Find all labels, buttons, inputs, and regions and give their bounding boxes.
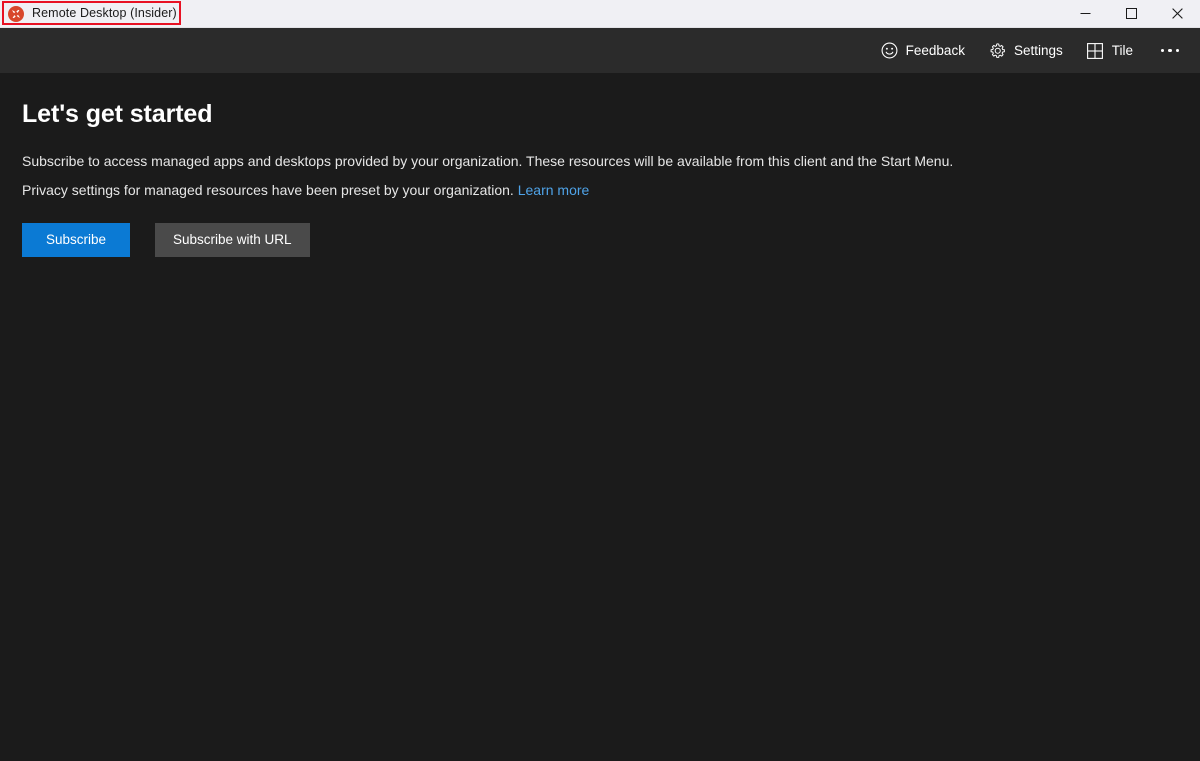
minimize-button[interactable] bbox=[1062, 0, 1108, 27]
main-content: Let's get started Subscribe to access ma… bbox=[0, 73, 1200, 761]
privacy-text: Privacy settings for managed resources h… bbox=[22, 181, 518, 198]
ellipsis-dot bbox=[1160, 48, 1165, 53]
page-title: Let's get started bbox=[22, 100, 213, 128]
titlebar-app-title: Remote Desktop (Insider) bbox=[0, 0, 177, 27]
gear-icon bbox=[989, 42, 1006, 59]
description-paragraph-1: Subscribe to access managed apps and des… bbox=[22, 152, 954, 169]
remote-desktop-window: Remote Desktop (Insider) Feedback Settin… bbox=[0, 0, 1200, 761]
remote-desktop-icon bbox=[8, 5, 24, 22]
action-button-row: Subscribe Subscribe with URL bbox=[22, 222, 1200, 257]
subscribe-button[interactable]: Subscribe bbox=[22, 222, 130, 257]
tile-view-button[interactable]: Tile bbox=[1076, 35, 1144, 67]
feedback-label: Feedback bbox=[905, 42, 965, 58]
grid-tile-icon bbox=[1087, 42, 1104, 59]
feedback-button[interactable]: Feedback bbox=[870, 35, 976, 67]
close-button[interactable] bbox=[1154, 0, 1200, 27]
description-paragraph-2: Privacy settings for managed resources h… bbox=[22, 180, 1200, 200]
settings-label: Settings bbox=[1013, 42, 1063, 58]
ellipsis-dot bbox=[1175, 48, 1180, 53]
window-controls bbox=[1062, 0, 1200, 27]
tile-label: Tile bbox=[1111, 42, 1133, 58]
titlebar: Remote Desktop (Insider) bbox=[0, 0, 1200, 28]
more-options-button[interactable] bbox=[1148, 35, 1192, 67]
settings-button[interactable]: Settings bbox=[978, 35, 1074, 67]
subscribe-with-url-button[interactable]: Subscribe with URL bbox=[155, 222, 310, 257]
app-toolbar: Feedback Settings Tile bbox=[0, 28, 1200, 73]
window-title-text: Remote Desktop (Insider) bbox=[32, 6, 177, 20]
maximize-button[interactable] bbox=[1108, 0, 1154, 27]
smiley-icon bbox=[881, 42, 898, 59]
ellipsis-dot bbox=[1168, 48, 1172, 53]
learn-more-link[interactable]: Learn more bbox=[518, 182, 590, 198]
